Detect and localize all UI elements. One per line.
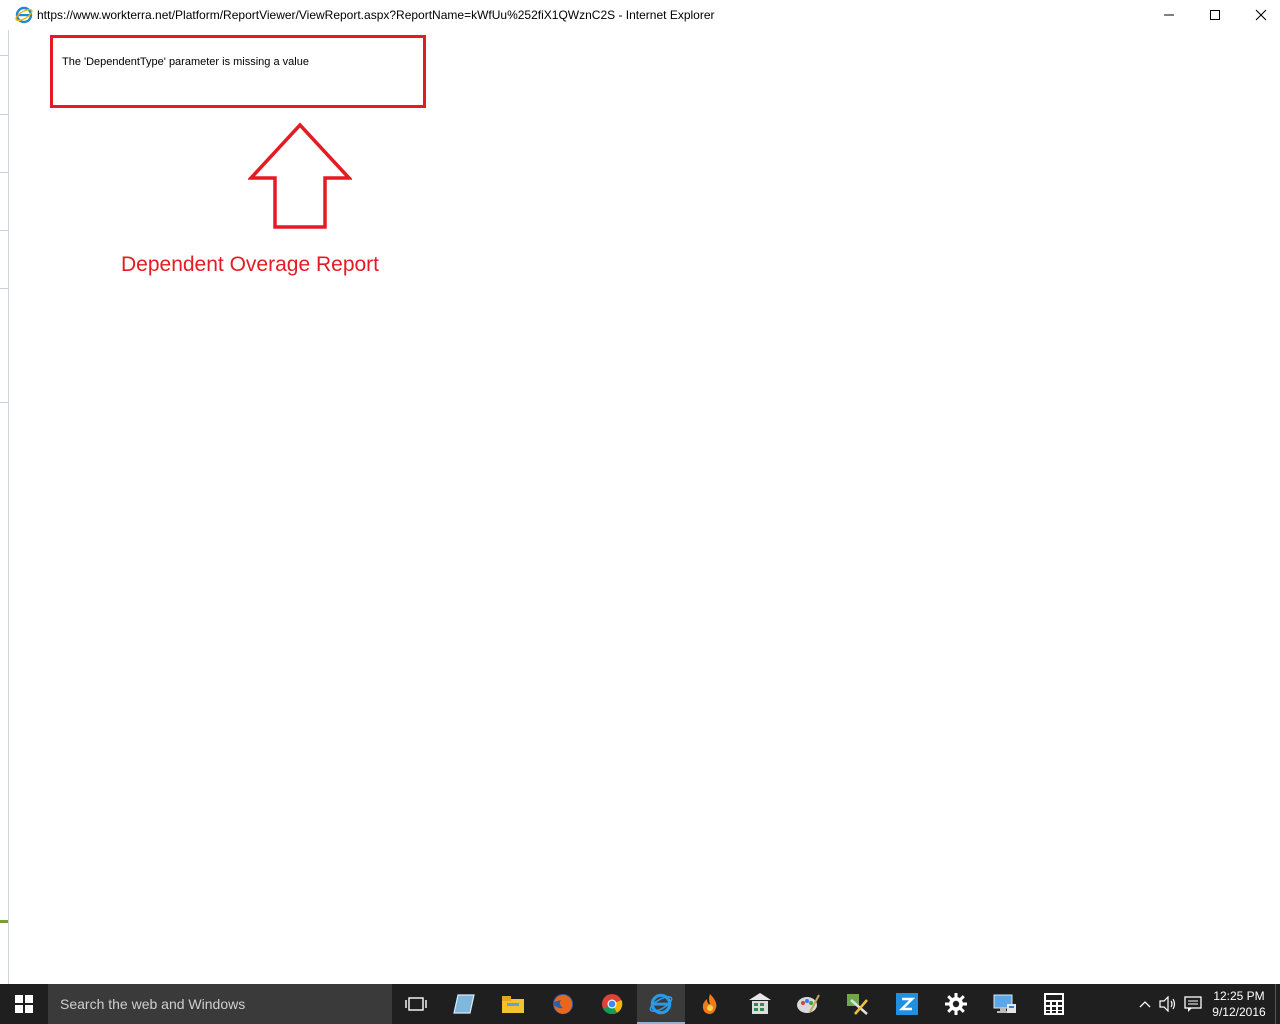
taskbar-flame-app[interactable] [686,984,734,1024]
taskbar-internet-explorer[interactable] [637,984,685,1024]
action-center-button[interactable] [1180,984,1206,1024]
taskbar-remote-desktop[interactable] [981,984,1029,1024]
taskbar: Search the web and Windows 12:25 PM 9/12… [0,984,1280,1024]
flame-app-icon [702,994,717,1014]
chrome-icon [602,994,623,1015]
annotation-label: Dependent Overage Report [121,253,379,276]
taskbar-tools[interactable] [833,984,881,1024]
taskbar-settings[interactable] [932,984,980,1024]
clock-time: 12:25 PM [1213,989,1265,1003]
up-arrow-annotation [248,122,352,229]
system-clock[interactable]: 12:25 PM 9/12/2016 [1206,988,1272,1020]
zoom-app-icon [896,993,918,1015]
remote-desktop-icon [993,994,1016,1013]
calculator-sheet-icon [749,993,771,1014]
search-placeholder: Search the web and Windows [60,996,246,1012]
taskbar-chrome[interactable] [588,984,636,1024]
maximize-icon [1210,10,1220,20]
close-button[interactable] [1238,0,1280,30]
taskbar-firefox[interactable] [539,984,587,1024]
paint-icon [797,994,820,1013]
file-explorer-icon [502,996,524,1013]
volume-button[interactable] [1156,984,1180,1024]
taskbar-zoom-app[interactable] [883,984,931,1024]
maximize-button[interactable] [1192,0,1238,30]
background-window-accent [0,920,8,923]
show-hidden-icons-button[interactable] [1134,984,1156,1024]
minimize-icon [1164,14,1174,16]
speaker-icon [1159,996,1176,1012]
title-bar[interactable]: https://www.workterra.net/Platform/Repor… [0,0,1280,30]
search-input[interactable]: Search the web and Windows [48,984,392,1024]
taskbar-app-blue[interactable] [440,984,488,1024]
browser-window: https://www.workterra.net/Platform/Repor… [0,0,1280,984]
notification-icon [1184,996,1202,1012]
taskbar-paint[interactable] [784,984,832,1024]
chevron-up-icon [1139,1001,1151,1008]
windows-logo-icon [15,995,33,1013]
internet-explorer-icon [649,993,673,1015]
internet-explorer-icon [15,6,33,24]
clock-date: 9/12/2016 [1212,1005,1266,1019]
task-view-button[interactable] [392,984,440,1024]
blue-app-icon [453,994,475,1014]
background-window-edge [0,30,9,984]
taskbar-calculator-sheet[interactable] [736,984,784,1024]
start-button[interactable] [0,984,48,1024]
window-title: https://www.workterra.net/Platform/Repor… [37,8,715,22]
error-message: The 'DependentType' parameter is missing… [62,56,309,68]
tools-icon [847,994,868,1015]
task-view-icon [405,997,427,1011]
taskbar-file-explorer[interactable] [489,984,537,1024]
error-highlight-box: The 'DependentType' parameter is missing… [50,35,426,108]
minimize-button[interactable] [1146,0,1192,30]
taskbar-calculator[interactable] [1030,984,1078,1024]
show-desktop-button[interactable] [1275,984,1280,1024]
settings-gear-icon [945,993,967,1015]
firefox-icon [553,994,573,1014]
close-icon [1255,9,1267,21]
calculator-icon [1044,993,1064,1015]
